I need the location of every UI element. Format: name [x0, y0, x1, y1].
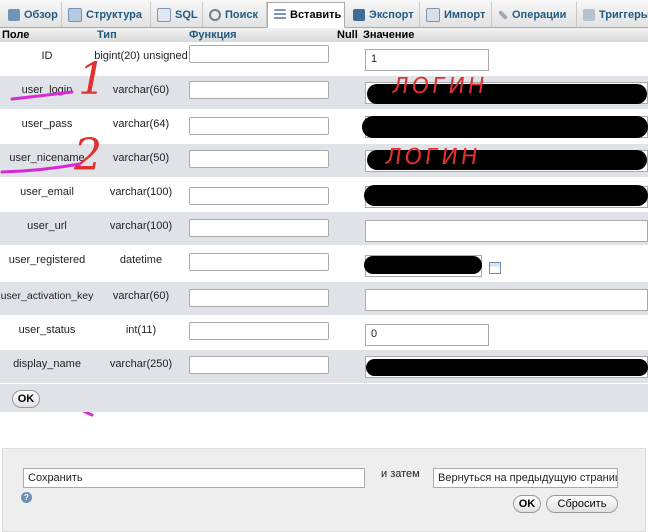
- action-select[interactable]: Сохранить: [23, 468, 365, 488]
- after-insert-form: Сохранить и затем Вернуться на предыдущу…: [2, 448, 646, 532]
- reset-button[interactable]: Сбросить: [546, 495, 618, 513]
- help-icon[interactable]: ?: [21, 492, 32, 503]
- form-ok-button[interactable]: OK: [513, 495, 541, 513]
- ok-button[interactable]: OK: [12, 390, 40, 408]
- then-label: и затем: [381, 468, 420, 480]
- after-insert-select[interactable]: Вернуться на предыдущую страницу: [433, 468, 618, 488]
- submit-bar: OK: [0, 384, 648, 412]
